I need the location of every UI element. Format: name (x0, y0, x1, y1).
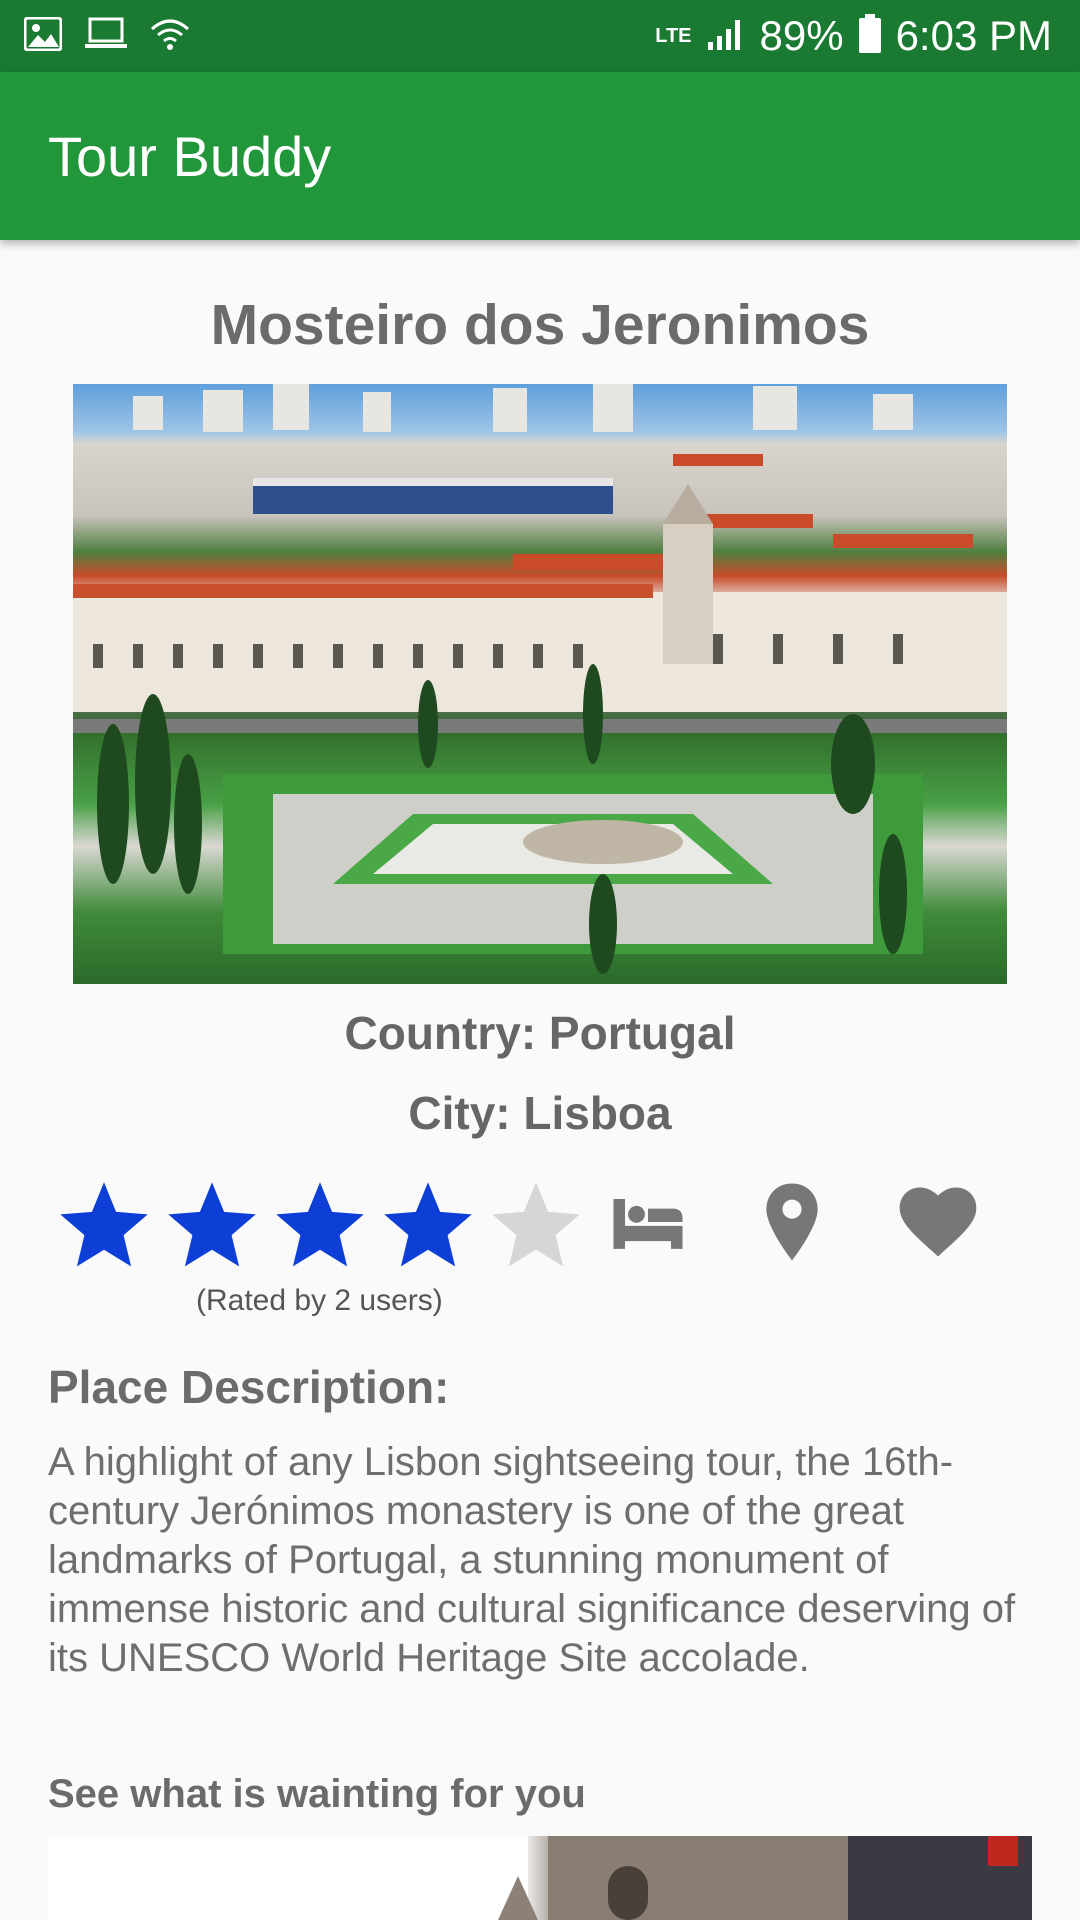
place-photo (73, 384, 1007, 984)
clock: 6:03 PM (895, 12, 1052, 59)
status-bar: LTE 89% 6:03 PM (0, 0, 1080, 72)
rated-by-label: (Rated by 2 users) (196, 1284, 443, 1317)
signal-icon (706, 16, 746, 57)
star-icon[interactable] (158, 1176, 266, 1276)
hotel-bed-icon[interactable] (602, 1176, 694, 1268)
laptop-icon (84, 17, 128, 56)
status-right: LTE 89% 6:03 PM (655, 12, 1052, 60)
image-icon (23, 16, 63, 56)
star-icon[interactable] (374, 1176, 482, 1276)
network-type: LTE (655, 25, 692, 47)
favorite-heart-icon[interactable] (892, 1176, 984, 1268)
star-icon[interactable] (266, 1176, 374, 1276)
location-pin-icon[interactable] (748, 1176, 836, 1268)
wifi-icon (150, 17, 190, 56)
app-bar: Tour Buddy (0, 72, 1080, 240)
description-text: A highlight of any Lisbon sightseeing to… (48, 1440, 1016, 1680)
app-title: Tour Buddy (48, 124, 332, 188)
monastery-photo (73, 384, 1007, 974)
gallery-image (48, 1836, 1032, 1920)
country-label: Country: Portugal (344, 1007, 736, 1059)
city-label: City: Lisboa (408, 1087, 672, 1139)
star-icon[interactable] (50, 1176, 158, 1276)
battery-icon (858, 13, 882, 59)
description-label: Place Description: (48, 1361, 450, 1413)
rating-bar[interactable] (50, 1176, 590, 1276)
place-title: Mosteiro dos Jeronimos (210, 293, 870, 357)
status-left-icons (23, 16, 190, 56)
gallery-label: See what is wainting for you (48, 1772, 586, 1816)
star-empty-icon[interactable] (482, 1176, 590, 1276)
battery-percent: 89% (759, 12, 844, 59)
gallery-photo[interactable] (48, 1836, 1032, 1920)
